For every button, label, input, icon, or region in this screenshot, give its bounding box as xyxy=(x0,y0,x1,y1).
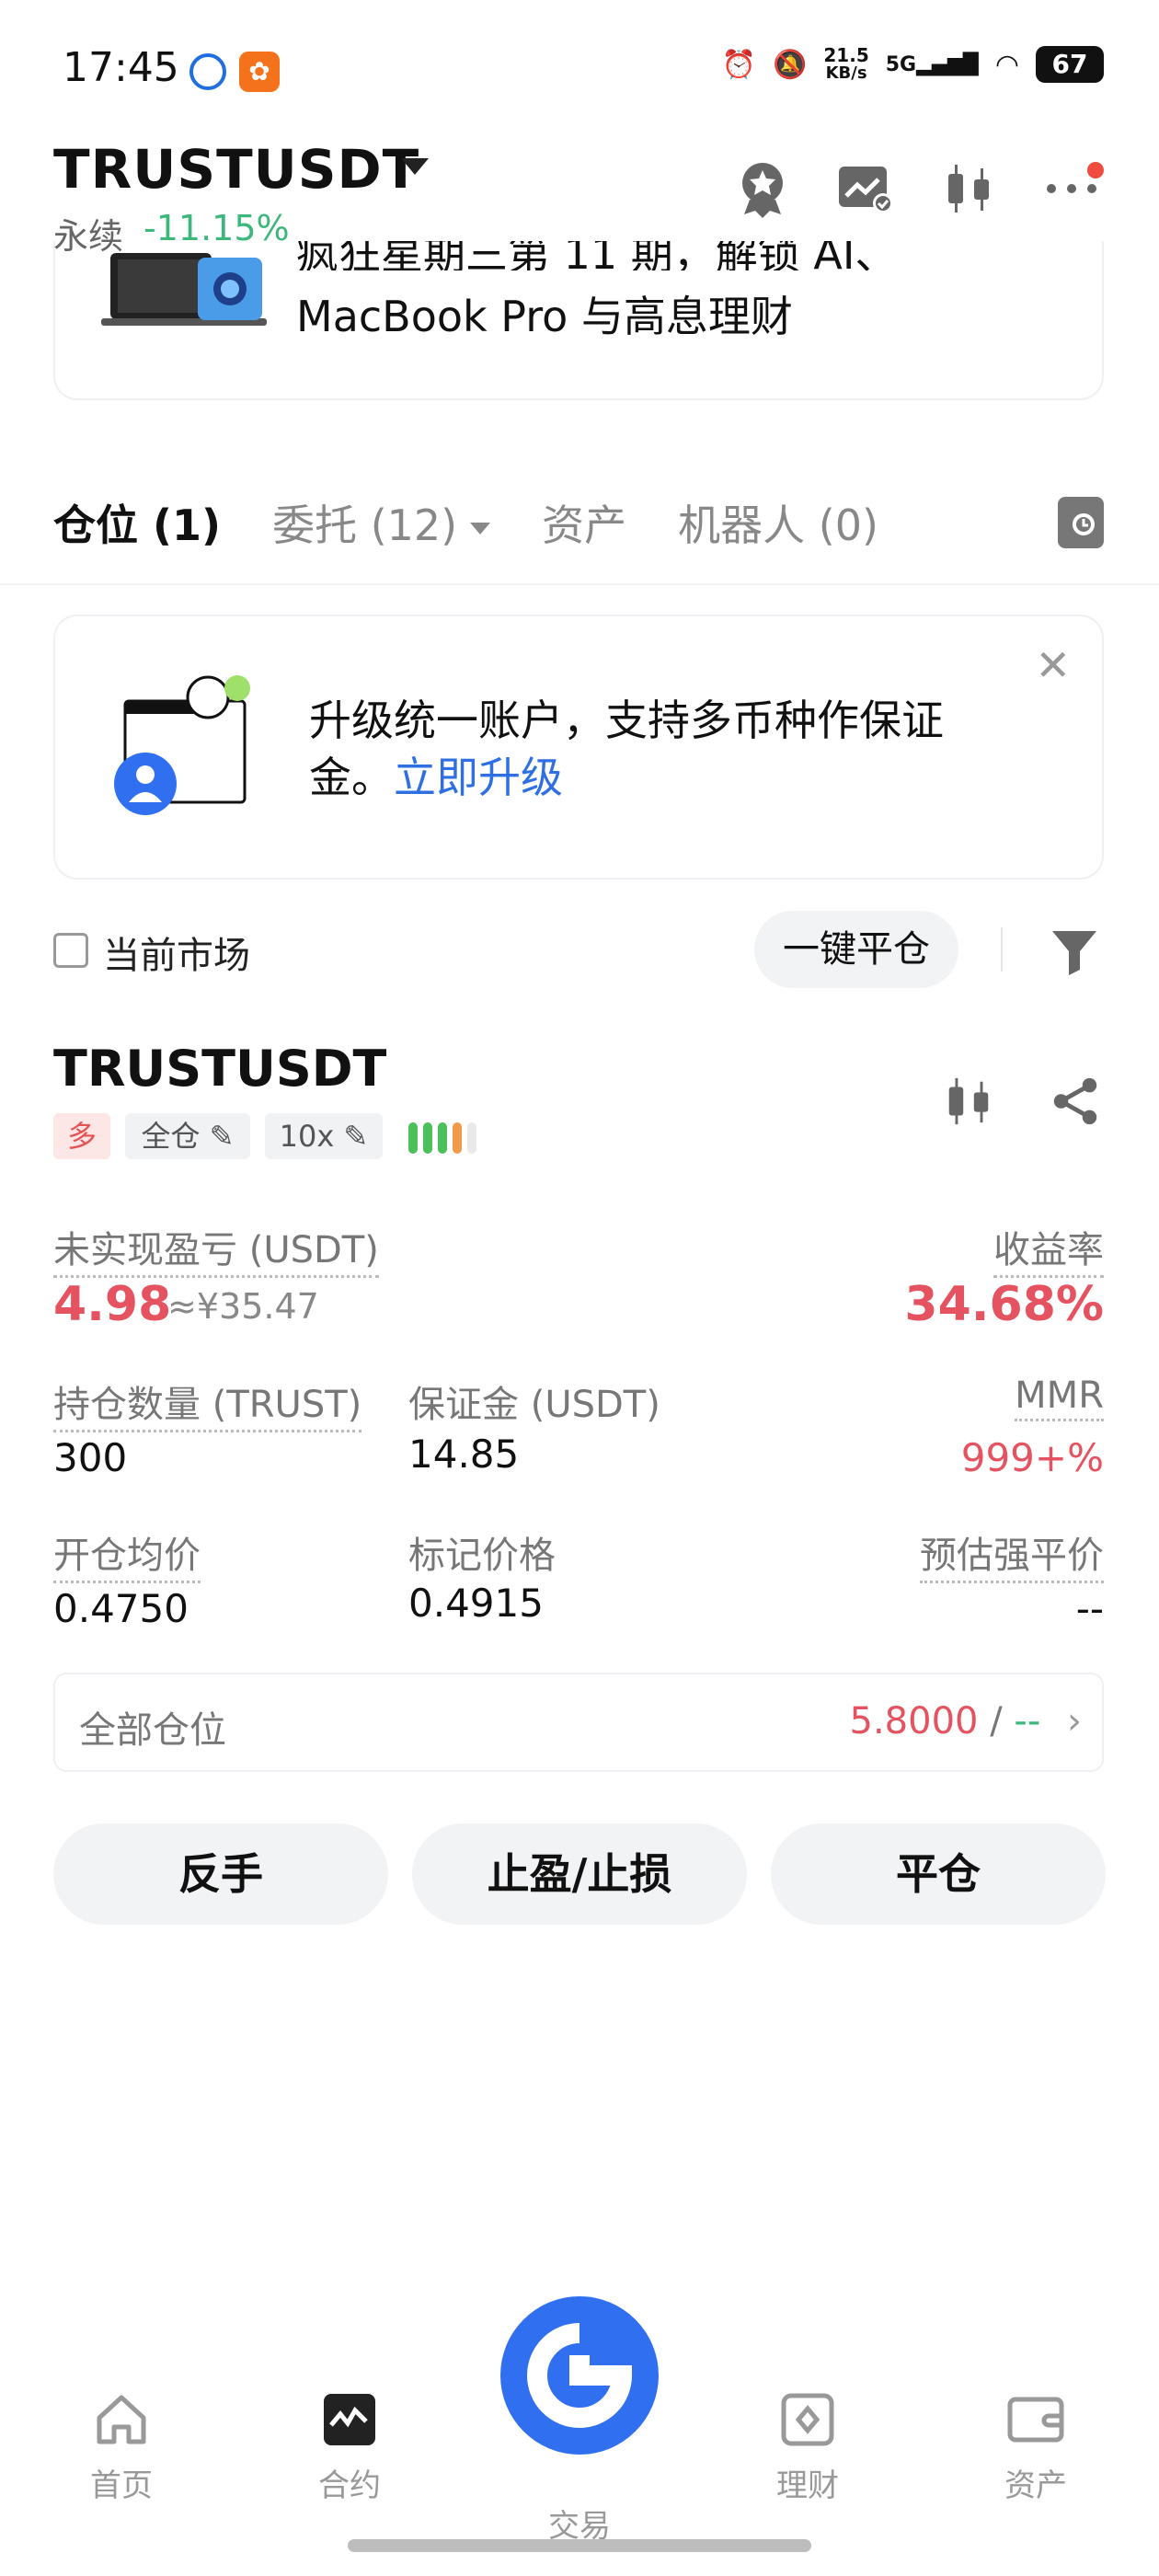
current-market-label: 当前市场 xyxy=(103,935,250,977)
leverage-badge[interactable]: 10x ✎ xyxy=(265,1113,383,1159)
battery-icon: 67 xyxy=(1036,46,1104,83)
wifi-icon: ◠ xyxy=(994,48,1019,81)
award-icon[interactable] xyxy=(730,156,795,221)
close-position-button[interactable]: 平仓 xyxy=(771,1823,1106,1925)
margin-mode-badge[interactable]: 全仓 ✎ xyxy=(125,1113,250,1159)
roe-label[interactable]: 收益率 xyxy=(993,1220,1104,1278)
nav-futures[interactable]: 合约 xyxy=(276,2392,423,2505)
liq-price-label[interactable]: 预估强平价 xyxy=(920,1525,1104,1583)
tab-orders[interactable]: 委托 (12) xyxy=(272,492,491,553)
all-positions-label: 全部仓位 xyxy=(79,1709,226,1752)
pair-dropdown-caret[interactable] xyxy=(401,158,429,175)
all-positions-value: 5.8000 / -- › xyxy=(849,1700,1082,1742)
reverse-button[interactable]: 反手 xyxy=(53,1823,388,1925)
mmr-value: 999+% xyxy=(960,1435,1104,1480)
position-tabs: 仓位 (1) 委托 (12) 资产 机器人 (0) xyxy=(53,492,930,553)
chevron-right-icon: › xyxy=(1067,1700,1082,1742)
upgrade-message: 升级统一账户，支持多币种作保证金。立即升级 xyxy=(309,696,944,802)
mmr-label[interactable]: MMR xyxy=(1015,1374,1104,1421)
chart-check-icon[interactable] xyxy=(833,156,898,221)
close-all-button[interactable]: 一键平仓 xyxy=(754,911,958,988)
side-badge: 多 xyxy=(53,1113,110,1159)
futures-icon xyxy=(324,2394,375,2445)
tab-assets[interactable]: 资产 xyxy=(542,492,626,553)
upgrade-now-link[interactable]: 立即升级 xyxy=(394,753,563,802)
gate-logo-icon xyxy=(527,2323,633,2428)
orders-dropdown-icon[interactable] xyxy=(470,523,491,535)
unrealized-pnl-cny: ≈¥35.47 xyxy=(167,1286,319,1327)
alarm-icon: ⏰ xyxy=(721,48,757,81)
account-folder-icon xyxy=(114,675,250,815)
current-market-checkbox[interactable] xyxy=(53,933,88,968)
mark-price-value: 0.4915 xyxy=(408,1581,544,1626)
promo-banner-line2: MacBook Pro 与高息理财 xyxy=(296,292,793,341)
history-doc-icon[interactable] xyxy=(1058,497,1104,548)
mark-price-label: 标记价格 xyxy=(408,1535,556,1577)
filter-divider xyxy=(1001,927,1003,972)
wallet-icon xyxy=(1007,2397,1064,2443)
unrealized-pnl-value: 4.98 xyxy=(53,1277,172,1332)
risk-level-bars xyxy=(408,1122,476,1154)
signal-icon: 5G▂▄▆█ xyxy=(885,52,979,76)
tp-sl-button[interactable]: 止盈/止损 xyxy=(412,1823,747,1925)
app-notification-icon-2: ✿ xyxy=(239,52,280,92)
liq-price-value: -- xyxy=(1075,1586,1104,1631)
home-indicator[interactable] xyxy=(348,2539,811,2552)
laptop-image xyxy=(101,253,267,326)
margin-value: 14.85 xyxy=(408,1432,520,1477)
roe-value: 34.68% xyxy=(904,1277,1104,1332)
share-icon[interactable] xyxy=(1049,1075,1102,1128)
net-speed: 21.5 KB/s xyxy=(823,44,869,83)
nav-assets[interactable]: 资产 xyxy=(962,2392,1109,2505)
contract-type: 永续 xyxy=(53,216,124,257)
earn-icon xyxy=(781,2393,834,2446)
home-icon xyxy=(97,2395,146,2444)
promo-banner-line1: 疯狂星期三第 11 期，解锁 AI、 xyxy=(296,241,898,270)
nav-home[interactable]: 首页 xyxy=(48,2392,195,2505)
entry-price-value: 0.4750 xyxy=(53,1586,189,1631)
app-notification-icon xyxy=(189,53,226,90)
notification-dot xyxy=(1087,162,1104,178)
price-change: -11.15% xyxy=(143,208,290,248)
edit-icon: ✎ xyxy=(209,1119,235,1154)
filter-icon[interactable] xyxy=(1049,926,1100,977)
status-icons: ⏰ 🔕 21.5 KB/s 5G▂▄▆█ ◠ 67 xyxy=(722,46,1104,83)
candlestick-icon[interactable] xyxy=(942,1075,995,1128)
edit-icon: ✎ xyxy=(343,1119,369,1154)
close-icon[interactable]: ✕ xyxy=(1035,640,1071,690)
tabs-divider xyxy=(0,583,1159,585)
size-value: 300 xyxy=(53,1435,128,1480)
unrealized-pnl-label[interactable]: 未实现盈亏 (USDT) xyxy=(53,1220,379,1278)
tab-bots[interactable]: 机器人 (0) xyxy=(678,492,878,553)
size-label[interactable]: 持仓数量 (TRUST) xyxy=(53,1374,362,1432)
candlestick-icon[interactable] xyxy=(936,156,1001,221)
tab-positions[interactable]: 仓位 (1) xyxy=(53,492,221,553)
margin-label: 保证金 (USDT) xyxy=(408,1384,660,1426)
nav-earn[interactable]: 理财 xyxy=(734,2392,881,2505)
status-time: 17:45 xyxy=(63,44,179,91)
pair-title-front[interactable]: TRUSTUSDT xyxy=(53,138,419,201)
entry-price-label[interactable]: 开仓均价 xyxy=(53,1525,201,1583)
position-symbol: TRUSTUSDT xyxy=(53,1040,387,1098)
trade-fab-button[interactable] xyxy=(500,2296,659,2455)
mute-icon: 🔕 xyxy=(773,48,808,81)
